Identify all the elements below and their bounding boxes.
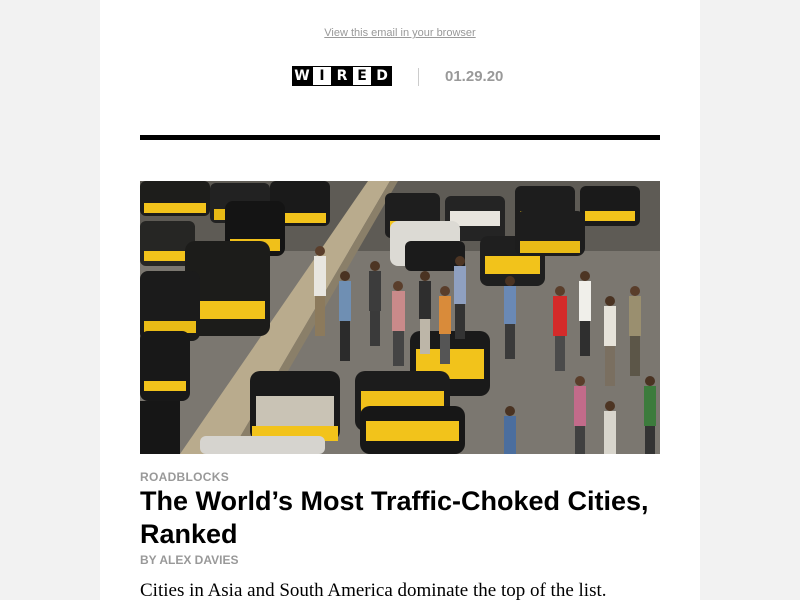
issue-date: 01.29.20 — [445, 68, 504, 85]
wired-logo[interactable]: W I R E D — [292, 66, 392, 88]
section-rule — [140, 135, 660, 140]
logo-letter: E — [352, 66, 372, 86]
masthead: W I R E D 01.29.20 — [100, 66, 700, 88]
logo-letter: I — [312, 66, 332, 86]
article-kicker[interactable]: ROADBLOCKS — [140, 470, 229, 484]
hero-image[interactable] — [140, 181, 660, 454]
view-in-browser-link[interactable]: View this email in your browser — [100, 27, 700, 39]
logo-letter: W — [292, 66, 312, 86]
logo-letter: R — [332, 66, 352, 86]
article-byline: BY ALEX DAVIES — [140, 553, 239, 567]
traffic-crowd-photo-icon — [140, 181, 660, 454]
logo-letter: D — [372, 66, 392, 86]
masthead-divider — [418, 68, 419, 86]
email-body: View this email in your browser W I R E … — [100, 0, 700, 600]
article-dek: Cities in Asia and South America dominat… — [140, 580, 607, 600]
article-headline[interactable]: The World’s Most Traffic-Choked Cities, … — [140, 485, 660, 551]
